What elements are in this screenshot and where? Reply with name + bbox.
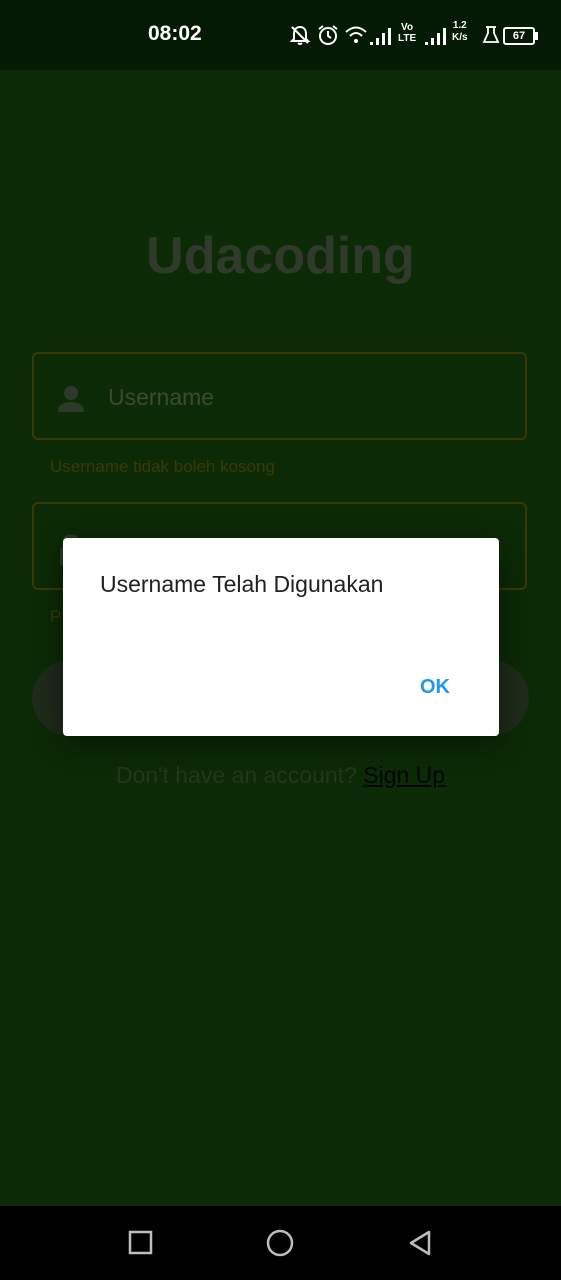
ok-button[interactable]: OK	[405, 671, 465, 703]
signup-prompt: Don't have an account?	[115, 762, 357, 788]
volte-bottom: LTE	[398, 33, 417, 44]
speed-value: 1.2	[452, 20, 467, 31]
volte-top: Vo	[401, 22, 414, 33]
app-title: Udacoding	[146, 227, 415, 285]
clock: 08:02	[148, 22, 202, 45]
password-error: P	[50, 607, 62, 626]
dialog-message: Username Telah Digunakan	[100, 571, 384, 597]
alarm-icon	[318, 25, 338, 45]
data-speed: 1.2 K/s	[452, 20, 468, 44]
navigation-bar	[0, 1206, 561, 1280]
bell-off-icon	[289, 25, 311, 45]
flask-icon	[482, 26, 500, 43]
username-placeholder: Username	[108, 384, 215, 410]
status-bar: 08:02 Vo LTE 1.2 K/s 67	[0, 0, 561, 70]
battery-icon: 67	[503, 27, 538, 45]
signup-row: Don't have an account? Sign Up	[0, 762, 561, 789]
person-icon	[58, 386, 84, 412]
recent-apps-icon[interactable]	[127, 1229, 155, 1257]
volte-badge: Vo LTE	[398, 22, 416, 44]
home-icon[interactable]	[265, 1229, 295, 1259]
back-icon[interactable]	[407, 1229, 435, 1257]
username-error: Username tidak boleh kosong	[50, 457, 275, 476]
speed-unit: K/s	[452, 32, 468, 43]
username-field[interactable]: Username	[32, 352, 527, 440]
signal-icon	[370, 28, 391, 45]
signup-link[interactable]: Sign Up	[363, 762, 445, 788]
signal-icon	[425, 28, 446, 45]
alert-dialog: Username Telah Digunakan OK	[63, 538, 499, 736]
wifi-icon	[345, 26, 367, 43]
